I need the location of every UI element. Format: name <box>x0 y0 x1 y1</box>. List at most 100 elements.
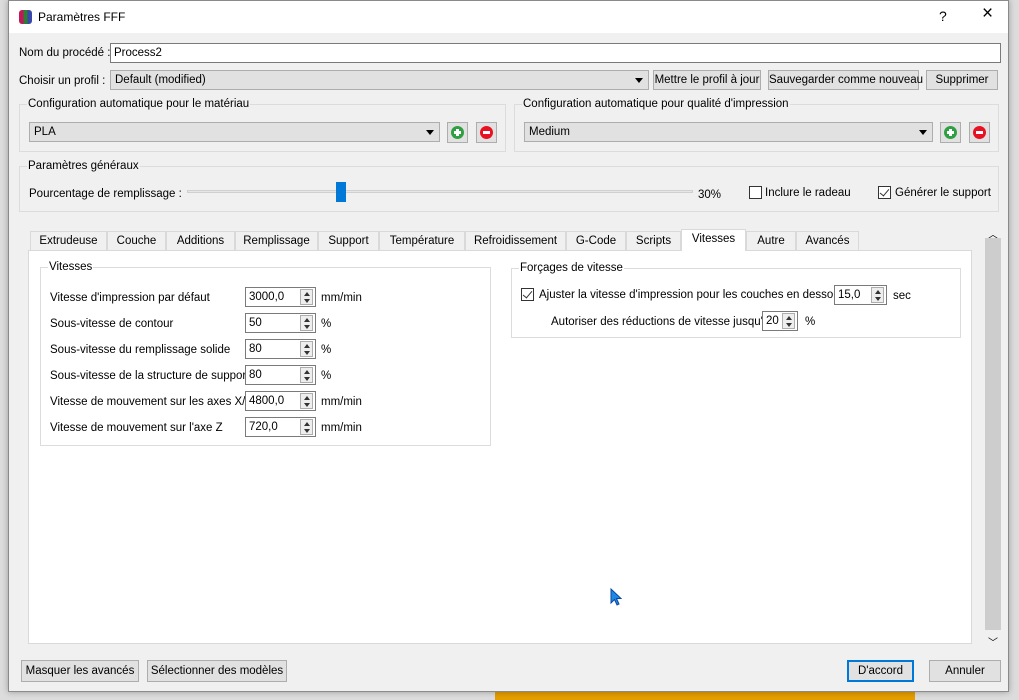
general-settings-group: Paramètres généraux Pourcentage de rempl… <box>19 159 999 212</box>
profile-select[interactable]: Default (modified) <box>110 70 649 90</box>
select-models-button[interactable]: Sélectionner des modèles <box>147 660 287 682</box>
quality-group-title: Configuration automatique pour qualité d… <box>522 97 790 111</box>
spin-arrows-icon[interactable] <box>300 289 313 305</box>
hide-advanced-button[interactable]: Masquer les avancés <box>21 660 139 682</box>
tab-6[interactable]: Refroidissement <box>465 231 566 251</box>
close-button[interactable]: × <box>982 4 993 23</box>
adjust-speed-value: 15,0 <box>838 289 861 301</box>
update-profile-button[interactable]: Mettre le profil à jour <box>653 70 761 90</box>
material-group: Configuration automatique pour le matéri… <box>19 97 506 152</box>
tab-3[interactable]: Remplissage <box>235 231 318 251</box>
speed-row-spinbox[interactable]: 80 <box>245 365 316 385</box>
speed-row-value: 80 <box>249 369 262 381</box>
material-value: PLA <box>34 126 56 138</box>
scroll-down-icon[interactable]: ﹀ <box>988 637 998 651</box>
speed-row-spinbox[interactable]: 50 <box>245 313 316 333</box>
speed-row-spinbox[interactable]: 80 <box>245 339 316 359</box>
background-orange-strip <box>495 692 915 700</box>
tab-2[interactable]: Additions <box>166 231 235 251</box>
infill-slider[interactable] <box>187 182 693 202</box>
speed-row-label: Sous-vitesse du remplissage solide <box>50 344 231 356</box>
cancel-button[interactable]: Annuler <box>929 660 1001 682</box>
adjust-speed-spinbox[interactable]: 15,0 <box>834 285 887 305</box>
tab-5[interactable]: Température <box>379 231 465 251</box>
profile-value: Default (modified) <box>115 74 206 86</box>
help-button[interactable]: ? <box>939 9 947 23</box>
speed-row-value: 4800,0 <box>249 395 285 407</box>
spin-arrows-icon[interactable] <box>300 419 313 435</box>
fff-settings-dialog: Paramètres FFF ? × Nom du procédé : Proc… <box>8 0 1009 692</box>
speed-row-label: Sous-vitesse de contour <box>50 318 174 330</box>
speed-row-unit: mm/min <box>321 292 362 304</box>
speeds-group: Vitesses Vitesse d'impression par défaut… <box>40 260 491 446</box>
add-quality-button[interactable] <box>940 122 961 143</box>
speed-row-label: Vitesse de mouvement sur les axes X/Y <box>50 396 254 408</box>
speed-row-spinbox[interactable]: 4800,0 <box>245 391 316 411</box>
speed-row-spinbox[interactable]: 720,0 <box>245 417 316 437</box>
chevron-down-icon <box>919 130 927 135</box>
tab-0[interactable]: Extrudeuse <box>30 231 107 251</box>
process-name-label: Nom du procédé : <box>19 47 111 59</box>
reduce-speed-unit: % <box>805 316 816 328</box>
reduce-speed-label: Autoriser des réductions de vitesse jusq… <box>551 316 770 328</box>
adjust-speed-checkbox[interactable] <box>521 288 534 301</box>
speed-overrides-group: Forçages de vitesse Ajuster la vitesse d… <box>511 261 961 338</box>
general-settings-title: Paramètres généraux <box>27 159 140 173</box>
speed-row-value: 3000,0 <box>249 291 285 303</box>
tab-10[interactable]: Autre <box>746 231 796 251</box>
speed-row-unit: mm/min <box>321 396 362 408</box>
spin-arrows-icon[interactable] <box>300 315 313 331</box>
spin-arrows-icon[interactable] <box>782 313 795 329</box>
infill-value: 30% <box>698 189 722 201</box>
infill-label: Pourcentage de remplissage : <box>29 188 182 200</box>
tab-panel-vitesses: Vitesses Vitesse d'impression par défaut… <box>28 250 972 644</box>
speed-row-unit: % <box>321 370 332 382</box>
tab-1[interactable]: Couche <box>107 231 166 251</box>
adjust-speed-unit: sec <box>893 290 911 302</box>
add-material-button[interactable] <box>447 122 468 143</box>
speed-overrides-title: Forçages de vitesse <box>519 261 624 275</box>
tab-8[interactable]: Scripts <box>626 231 681 251</box>
ok-button[interactable]: D'accord <box>847 660 914 682</box>
minus-icon <box>480 126 493 139</box>
scrollbar-thumb[interactable] <box>985 238 1001 630</box>
tab-7[interactable]: G-Code <box>566 231 626 251</box>
chevron-down-icon <box>635 78 643 83</box>
minus-icon <box>973 126 986 139</box>
quality-select[interactable]: Medium <box>524 122 933 142</box>
speed-row-spinbox[interactable]: 3000,0 <box>245 287 316 307</box>
slider-handle[interactable] <box>335 182 346 202</box>
raft-checkbox[interactable] <box>749 186 762 199</box>
tab-4[interactable]: Support <box>318 231 379 251</box>
speed-row-unit: mm/min <box>321 422 362 434</box>
spin-arrows-icon[interactable] <box>300 393 313 409</box>
speed-row-value: 50 <box>249 317 262 329</box>
tab-11[interactable]: Avancés <box>796 231 859 251</box>
reduce-speed-spinbox[interactable]: 20 <box>762 311 798 331</box>
support-label: Générer le support <box>895 187 991 199</box>
vertical-scrollbar[interactable]: ︿ ﹀ <box>985 229 1001 653</box>
speed-row-unit: % <box>321 344 332 356</box>
process-name-input[interactable]: Process2 <box>110 43 1001 63</box>
mouse-cursor-icon <box>610 588 622 606</box>
spin-arrows-icon[interactable] <box>300 341 313 357</box>
speed-row-unit: % <box>321 318 332 330</box>
tab-9[interactable]: Vitesses <box>681 229 746 251</box>
reduce-speed-value: 20 <box>766 315 779 327</box>
chevron-down-icon <box>426 130 434 135</box>
material-select[interactable]: PLA <box>29 122 440 142</box>
quality-group: Configuration automatique pour qualité d… <box>514 97 999 152</box>
speed-row-value: 80 <box>249 343 262 355</box>
save-new-profile-button[interactable]: Sauvegarder comme nouveau <box>768 70 923 90</box>
title-bar: Paramètres FFF ? × <box>9 1 1008 33</box>
remove-material-button[interactable] <box>476 122 497 143</box>
delete-profile-button[interactable]: Supprimer <box>926 70 998 90</box>
remove-quality-button[interactable] <box>969 122 990 143</box>
profile-label: Choisir un profil : <box>19 75 106 87</box>
spin-arrows-icon[interactable] <box>300 367 313 383</box>
support-checkbox[interactable] <box>878 186 891 199</box>
spin-arrows-icon[interactable] <box>871 287 884 303</box>
speed-row-label: Vitesse d'impression par défaut <box>50 292 210 304</box>
speed-row-label: Vitesse de mouvement sur l'axe Z <box>50 422 223 434</box>
speeds-group-title: Vitesses <box>48 260 94 274</box>
